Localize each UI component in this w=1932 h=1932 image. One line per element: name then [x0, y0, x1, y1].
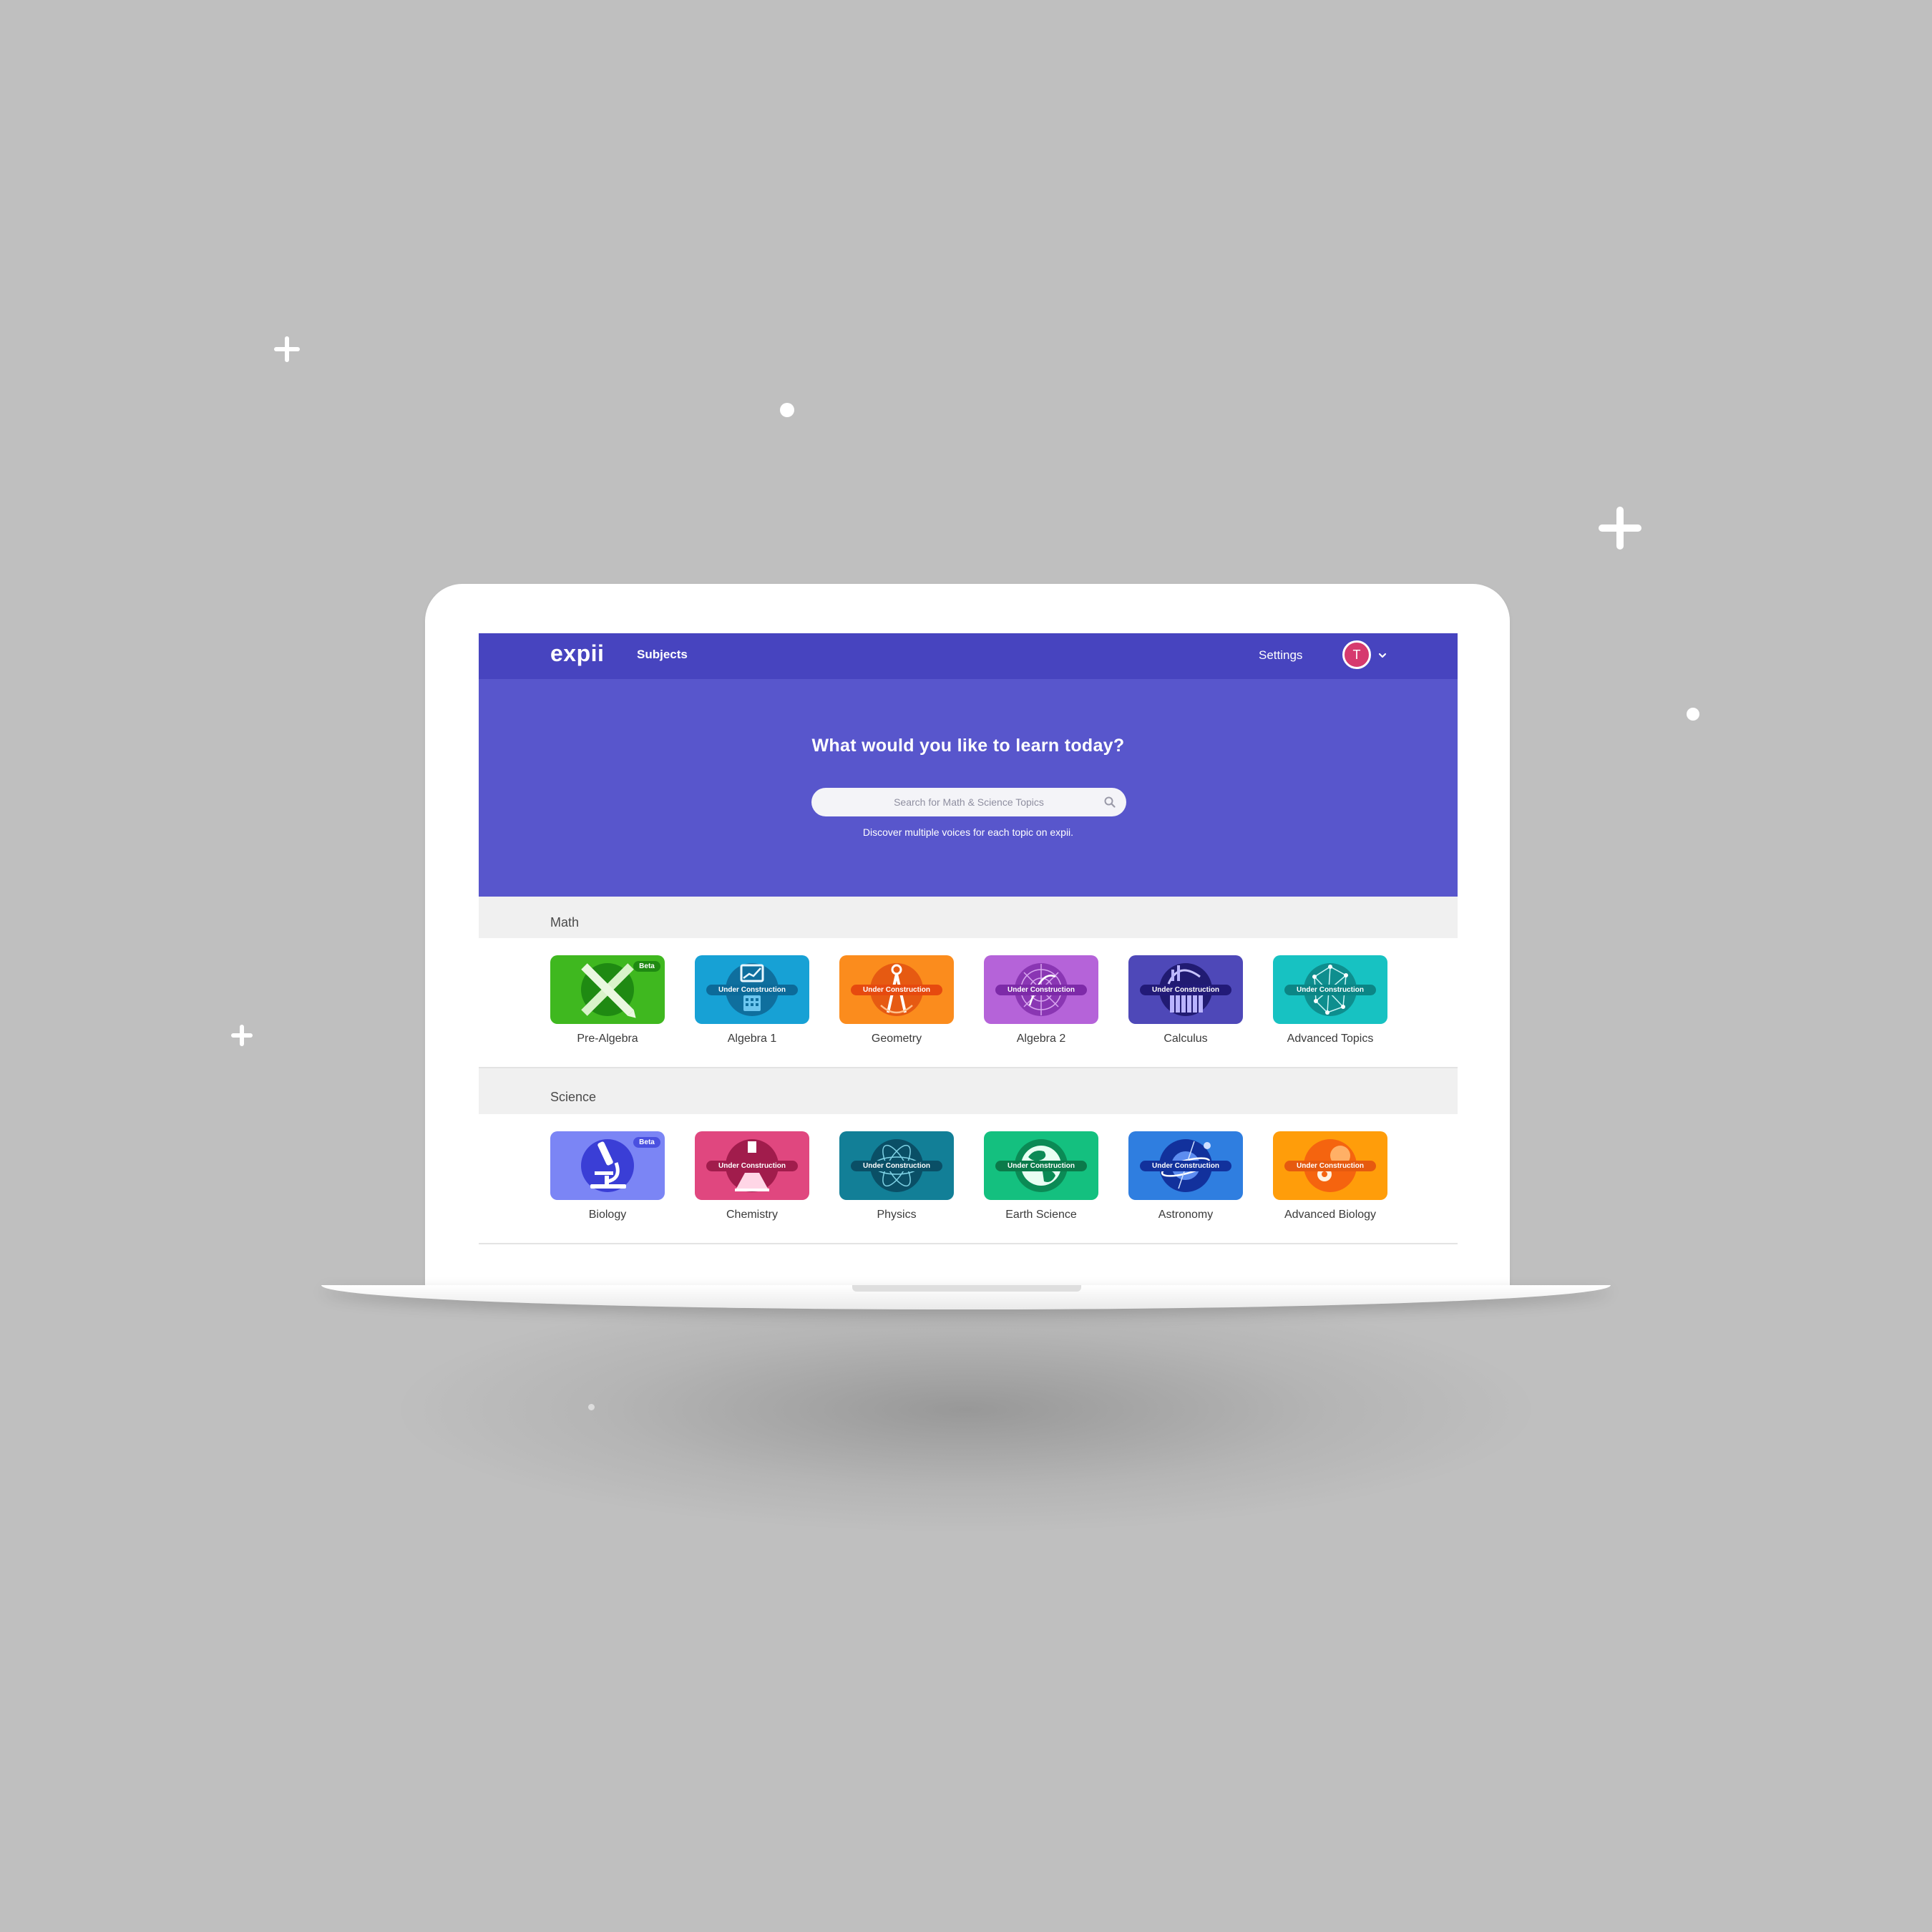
- tile-label[interactable]: Advanced Biology: [1273, 1209, 1387, 1221]
- hero-banner: What would you like to learn today? Sear…: [479, 679, 1458, 897]
- subject-tile-advanced-biology[interactable]: Under Construction: [1273, 1131, 1387, 1200]
- subject-tile-advanced-topics[interactable]: Under Construction: [1273, 955, 1387, 1024]
- beta-badge: Beta: [633, 1137, 660, 1148]
- search-icon[interactable]: [1103, 796, 1116, 809]
- hero-subtitle: Discover multiple voices for each topic …: [862, 826, 1074, 838]
- top-nav-bar: expii Subjects Settings T: [479, 633, 1458, 679]
- subject-tile-calculus[interactable]: Under Construction: [1128, 955, 1243, 1024]
- nav-subjects-link[interactable]: Subjects: [637, 648, 688, 662]
- math-tiles: Beta Pre-Algebra Under Construction Alge…: [479, 938, 1458, 1068]
- subject-tile-biology[interactable]: Beta: [550, 1131, 665, 1200]
- under-construction-badge: Under Construction: [1284, 985, 1376, 995]
- subject-tile-algebra-1[interactable]: Under Construction: [695, 955, 809, 1024]
- tile-label[interactable]: Algebra 2: [984, 1033, 1098, 1045]
- hero-title: What would you like to learn today?: [811, 736, 1125, 756]
- avatar[interactable]: T: [1342, 640, 1371, 669]
- subject-tile-astronomy[interactable]: Under Construction: [1128, 1131, 1243, 1200]
- under-construction-badge: Under Construction: [706, 985, 798, 995]
- nav-settings-link[interactable]: Settings: [1259, 648, 1302, 663]
- tile-label[interactable]: Geometry: [839, 1033, 954, 1045]
- math-section-header: Math: [479, 897, 1458, 938]
- plus-decoration: [231, 1025, 253, 1046]
- subject-tile-pre-algebra[interactable]: Beta: [550, 955, 665, 1024]
- section-title: Math: [550, 915, 580, 930]
- under-construction-badge: Under Construction: [995, 1161, 1087, 1171]
- search-input[interactable]: Search for Math & Science Topics: [811, 788, 1126, 816]
- dot-decoration: [1687, 708, 1699, 721]
- laptop-base: [321, 1285, 1611, 1309]
- laptop-screen: expii Subjects Settings T What would you…: [479, 633, 1458, 1245]
- dot-decoration: [780, 403, 794, 417]
- under-construction-badge: Under Construction: [851, 1161, 942, 1171]
- under-construction-badge: Under Construction: [851, 985, 942, 995]
- laptop-shadow: [401, 1288, 1531, 1531]
- search-placeholder: Search for Math & Science Topics: [894, 796, 1044, 808]
- science-tiles: Beta Biology Under Construction Chemistr…: [479, 1114, 1458, 1244]
- tile-label[interactable]: Calculus: [1128, 1033, 1243, 1045]
- plus-decoration: [274, 336, 300, 362]
- under-construction-badge: Under Construction: [1284, 1161, 1376, 1171]
- tile-label[interactable]: Chemistry: [695, 1209, 809, 1221]
- under-construction-badge: Under Construction: [1140, 1161, 1231, 1171]
- tile-label[interactable]: Physics: [839, 1209, 954, 1221]
- tile-label[interactable]: Earth Science: [984, 1209, 1098, 1221]
- chevron-down-icon[interactable]: [1377, 650, 1387, 660]
- under-construction-badge: Under Construction: [706, 1161, 798, 1171]
- subject-tile-earth-science[interactable]: Under Construction: [984, 1131, 1098, 1200]
- tile-label[interactable]: Advanced Topics: [1273, 1033, 1387, 1045]
- section-title: Science: [550, 1090, 597, 1104]
- under-construction-badge: Under Construction: [995, 985, 1087, 995]
- tile-label[interactable]: Astronomy: [1128, 1209, 1243, 1221]
- science-section-header: Science: [479, 1068, 1458, 1114]
- subject-tile-algebra-2[interactable]: Under Construction: [984, 955, 1098, 1024]
- subject-tile-physics[interactable]: Under Construction: [839, 1131, 954, 1200]
- beta-badge: Beta: [633, 961, 660, 972]
- tile-label[interactable]: Algebra 1: [695, 1033, 809, 1045]
- laptop-notch: [852, 1285, 1081, 1292]
- tile-label[interactable]: Biology: [550, 1209, 665, 1221]
- subject-tile-geometry[interactable]: Under Construction: [839, 955, 954, 1024]
- under-construction-badge: Under Construction: [1140, 985, 1231, 995]
- subject-tile-chemistry[interactable]: Under Construction: [695, 1131, 809, 1200]
- tile-label[interactable]: Pre-Algebra: [550, 1033, 665, 1045]
- plus-decoration: [1599, 507, 1641, 550]
- expii-logo[interactable]: expii: [550, 640, 604, 667]
